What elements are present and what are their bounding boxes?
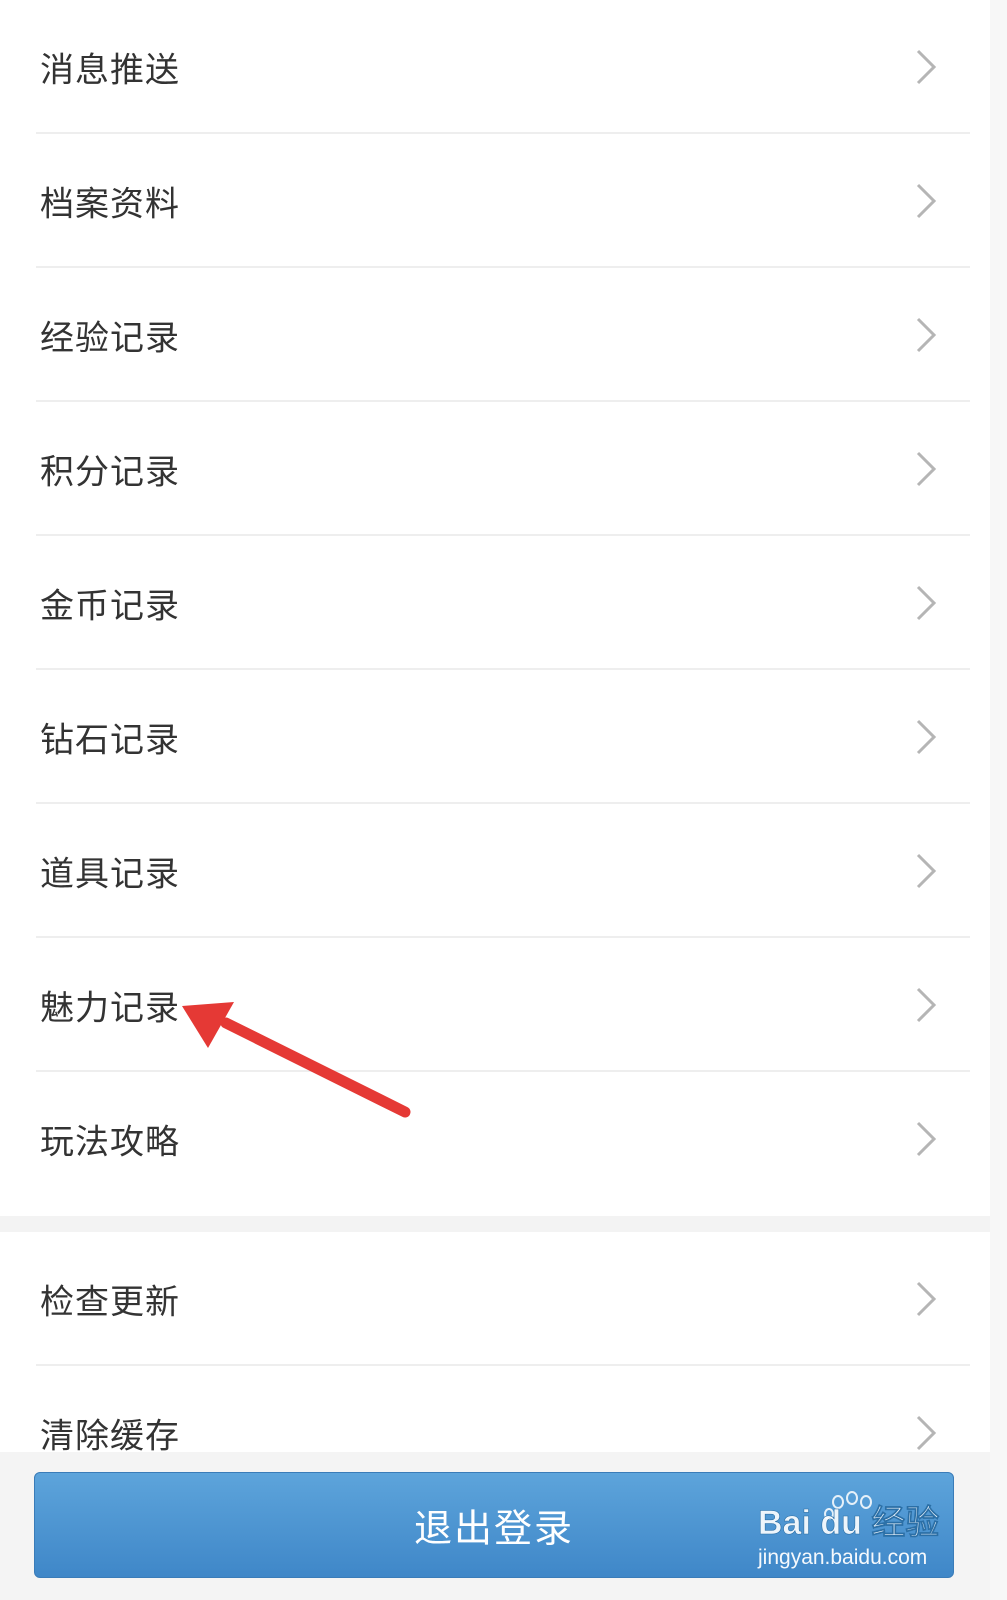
chevron-right-icon — [910, 315, 940, 355]
chevron-right-icon — [910, 449, 940, 489]
chevron-right-icon — [910, 181, 940, 221]
settings-item-experience-log[interactable]: 经验记录 — [0, 268, 990, 402]
settings-item-label: 钻石记录 — [40, 720, 180, 761]
settings-item-label: 档案资料 — [40, 184, 180, 225]
chevron-right-icon — [910, 583, 940, 623]
settings-item-diamonds-log[interactable]: 钻石记录 — [0, 670, 990, 804]
settings-item-label: 检查更新 — [40, 1282, 180, 1323]
settings-item-label: 经验记录 — [40, 318, 180, 359]
settings-item-label: 积分记录 — [40, 452, 180, 493]
chevron-right-icon — [910, 47, 940, 87]
chevron-right-icon — [910, 985, 940, 1025]
settings-group-2: 检查更新 清除缓存 — [0, 1232, 990, 1452]
chevron-right-icon — [910, 1279, 940, 1319]
settings-item-label: 道具记录 — [40, 854, 180, 895]
settings-group-1: 消息推送 档案资料 经验记录 积分记录 金币记录 钻石记录 道具记录 魅力记录 — [0, 0, 990, 1216]
settings-item-gameplay-guide[interactable]: 玩法攻略 — [0, 1072, 990, 1206]
settings-item-items-log[interactable]: 道具记录 — [0, 804, 990, 938]
settings-item-label: 金币记录 — [40, 586, 180, 627]
chevron-right-icon — [910, 851, 940, 891]
settings-item-charm-log[interactable]: 魅力记录 — [0, 938, 990, 1072]
settings-item-points-log[interactable]: 积分记录 — [0, 402, 990, 536]
settings-item-clear-cache[interactable]: 清除缓存 — [0, 1366, 990, 1452]
chevron-right-icon — [910, 1413, 940, 1452]
settings-item-check-update[interactable]: 检查更新 — [0, 1232, 990, 1366]
chevron-right-icon — [910, 717, 940, 757]
chevron-right-icon — [910, 1119, 940, 1159]
settings-item-coins-log[interactable]: 金币记录 — [0, 536, 990, 670]
logout-button-label: 退出登录 — [413, 1506, 574, 1551]
section-divider — [0, 1216, 990, 1232]
settings-item-label: 魅力记录 — [40, 988, 180, 1029]
settings-item-profile[interactable]: 档案资料 — [0, 134, 990, 268]
settings-item-message-push[interactable]: 消息推送 — [0, 0, 990, 134]
settings-item-label: 玩法攻略 — [40, 1122, 180, 1163]
settings-item-label: 消息推送 — [40, 50, 180, 91]
scroll-edge — [990, 0, 1007, 1600]
settings-item-label: 清除缓存 — [40, 1416, 180, 1453]
settings-page: 消息推送 档案资料 经验记录 积分记录 金币记录 钻石记录 道具记录 魅力记录 — [0, 0, 1007, 1600]
logout-button[interactable]: 退出登录 — [34, 1472, 954, 1578]
